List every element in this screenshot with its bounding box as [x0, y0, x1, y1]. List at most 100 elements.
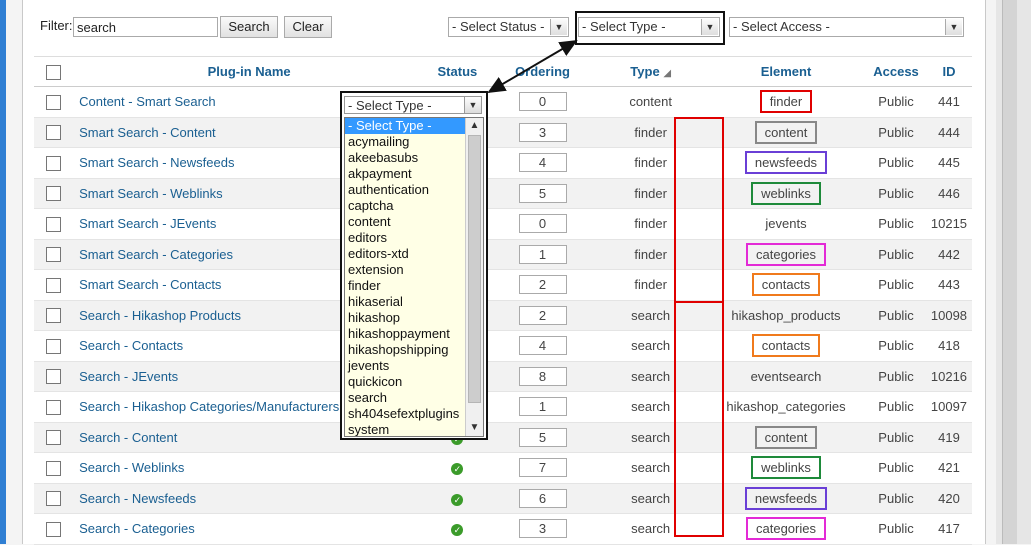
ordering-input[interactable]: 0	[518, 214, 567, 234]
dropdown-option[interactable]: hikashoppayment	[345, 326, 467, 342]
select-all-checkbox[interactable]	[46, 64, 62, 80]
ordering-input[interactable]: 1	[518, 244, 567, 264]
row-checkbox[interactable]	[46, 94, 62, 110]
type-dropdown-list[interactable]: - Select Type - acymailing akeebasubs akpay…	[344, 117, 484, 437]
clear-button[interactable]: Clear	[284, 16, 332, 38]
dropdown-option[interactable]: quickicon	[345, 374, 467, 390]
plugin-name-link[interactable]: Search - Categories	[73, 521, 195, 536]
dropdown-option[interactable]: akpayment	[345, 166, 467, 182]
column-header-access[interactable]: Access	[866, 56, 926, 87]
ordering-input[interactable]: 8	[518, 366, 567, 386]
scroll-down-icon[interactable]: ▼	[466, 420, 483, 436]
dropdown-option[interactable]: system	[345, 422, 467, 436]
plugin-name-link[interactable]: Search - Hikashop Products	[73, 308, 241, 323]
ordering-input[interactable]: 5	[518, 427, 567, 447]
plugin-name-link[interactable]: Search - Newsfeeds	[73, 491, 196, 506]
plugin-name-link[interactable]: Smart Search - Weblinks	[73, 186, 223, 201]
dropdown-option[interactable]: - Select Type -	[345, 118, 467, 134]
dropdown-option[interactable]: editors-xtd	[345, 246, 467, 262]
dropdown-option[interactable]: finder	[345, 278, 467, 294]
row-checkbox[interactable]	[46, 491, 62, 507]
dropdown-option[interactable]: hikashopshipping	[345, 342, 467, 358]
row-checkbox[interactable]	[46, 338, 62, 354]
access-cell: Public	[866, 147, 926, 179]
row-checkbox[interactable]	[46, 216, 62, 232]
row-checkbox[interactable]	[46, 521, 62, 537]
row-checkbox[interactable]	[46, 125, 62, 141]
plugin-name-link[interactable]: Search - Hikashop Categories/Manufacture…	[73, 399, 339, 414]
row-checkbox[interactable]	[46, 430, 62, 446]
ordering-input[interactable]: 4	[518, 336, 567, 356]
page-scrollbar[interactable]	[1002, 0, 1017, 544]
row-checkbox[interactable]	[46, 155, 62, 171]
table-row: Search - Contacts ✓ 4 search contacts Pu…	[34, 330, 972, 362]
dropdown-option[interactable]: captcha	[345, 198, 467, 214]
ordering-input[interactable]: 7	[518, 458, 567, 478]
dropdown-option[interactable]: content	[345, 214, 467, 230]
scroll-up-icon[interactable]: ▲	[466, 118, 483, 134]
ordering-input[interactable]: 6	[518, 488, 567, 508]
column-header-id[interactable]: ID	[925, 56, 972, 87]
dropdown-option[interactable]: jevents	[345, 358, 467, 374]
dropdown-option[interactable]: authentication	[345, 182, 467, 198]
dropdown-option[interactable]: hikaserial	[345, 294, 467, 310]
dropdown-option[interactable]: editors	[345, 230, 467, 246]
table-header-row: Plug-in Name Status Ordering Type ◢ Elem…	[34, 56, 972, 87]
dropdown-option[interactable]: search	[345, 390, 467, 406]
plugin-name-link[interactable]: Search - JEvents	[73, 369, 178, 384]
column-header-name[interactable]: Plug-in Name	[73, 56, 426, 87]
element-value: newsfeeds	[744, 151, 828, 175]
column-header-status[interactable]: Status	[425, 56, 490, 87]
row-checkbox[interactable]	[46, 369, 62, 385]
row-checkbox[interactable]	[46, 308, 62, 324]
plugin-name-link[interactable]: Content - Smart Search	[73, 94, 216, 109]
ordering-input[interactable]: 3	[518, 519, 567, 539]
plugin-name-link[interactable]: Smart Search - Categories	[73, 247, 233, 262]
dropdown-option[interactable]: hikashop	[345, 310, 467, 326]
type-select-highlight-frame	[575, 11, 725, 45]
dropdown-option[interactable]: acymailing	[345, 134, 467, 150]
ordering-input[interactable]: 0	[518, 92, 567, 112]
ordering-input[interactable]: 3	[518, 122, 567, 142]
plugin-name-cell: Search - Weblinks	[73, 452, 426, 484]
type-dropdown-popup[interactable]: - Select Type - ▼ - Select Type - acymail…	[340, 91, 488, 440]
published-check-icon[interactable]: ✓	[451, 463, 464, 476]
row-checkbox[interactable]	[46, 460, 62, 476]
row-checkbox-cell	[34, 391, 74, 423]
published-check-icon[interactable]: ✓	[451, 493, 464, 506]
plugin-name-link[interactable]: Search - Content	[73, 430, 177, 445]
search-button[interactable]: Search	[220, 16, 278, 38]
dropdown-option[interactable]: akeebasubs	[345, 150, 467, 166]
dropdown-option[interactable]: sh404sefextplugins	[345, 406, 467, 422]
type-cell: search	[595, 452, 706, 484]
column-header-element[interactable]: Element	[705, 56, 867, 87]
column-header-type[interactable]: Type ◢	[595, 56, 706, 87]
column-header-ordering[interactable]: Ordering	[489, 56, 596, 87]
scrollbar-thumb[interactable]	[468, 135, 481, 403]
plugin-name-link[interactable]: Smart Search - JEvents	[73, 216, 216, 231]
ordering-input[interactable]: 1	[518, 397, 567, 417]
published-check-icon[interactable]: ✓	[451, 524, 464, 537]
plugin-name-link[interactable]: Smart Search - Newsfeeds	[73, 155, 234, 170]
element-value: finder	[759, 90, 813, 114]
ordering-input[interactable]: 5	[518, 183, 567, 203]
dropdown-option[interactable]: extension	[345, 262, 467, 278]
ordering-input[interactable]: 2	[518, 275, 567, 295]
type-dropdown-header[interactable]: - Select Type - ▼	[344, 96, 482, 114]
row-checkbox[interactable]	[46, 399, 62, 415]
plugin-name-link[interactable]: Smart Search - Content	[73, 125, 216, 140]
access-select[interactable]: - Select Access - ▼	[729, 17, 964, 37]
plugin-name-link[interactable]: Search - Contacts	[73, 338, 183, 353]
element-cell: categories	[705, 513, 867, 545]
dropdown-scrollbar[interactable]: ▲ ▼	[465, 118, 483, 436]
ordering-input[interactable]: 2	[518, 305, 567, 325]
filter-search-input[interactable]	[73, 17, 218, 37]
status-select[interactable]: - Select Status - ▼	[448, 17, 569, 37]
row-checkbox[interactable]	[46, 277, 62, 293]
element-cell: newsfeeds	[705, 147, 867, 179]
plugin-name-link[interactable]: Smart Search - Contacts	[73, 277, 221, 292]
row-checkbox[interactable]	[46, 186, 62, 202]
row-checkbox[interactable]	[46, 247, 62, 263]
ordering-input[interactable]: 4	[518, 153, 567, 173]
plugin-name-link[interactable]: Search - Weblinks	[73, 460, 184, 475]
